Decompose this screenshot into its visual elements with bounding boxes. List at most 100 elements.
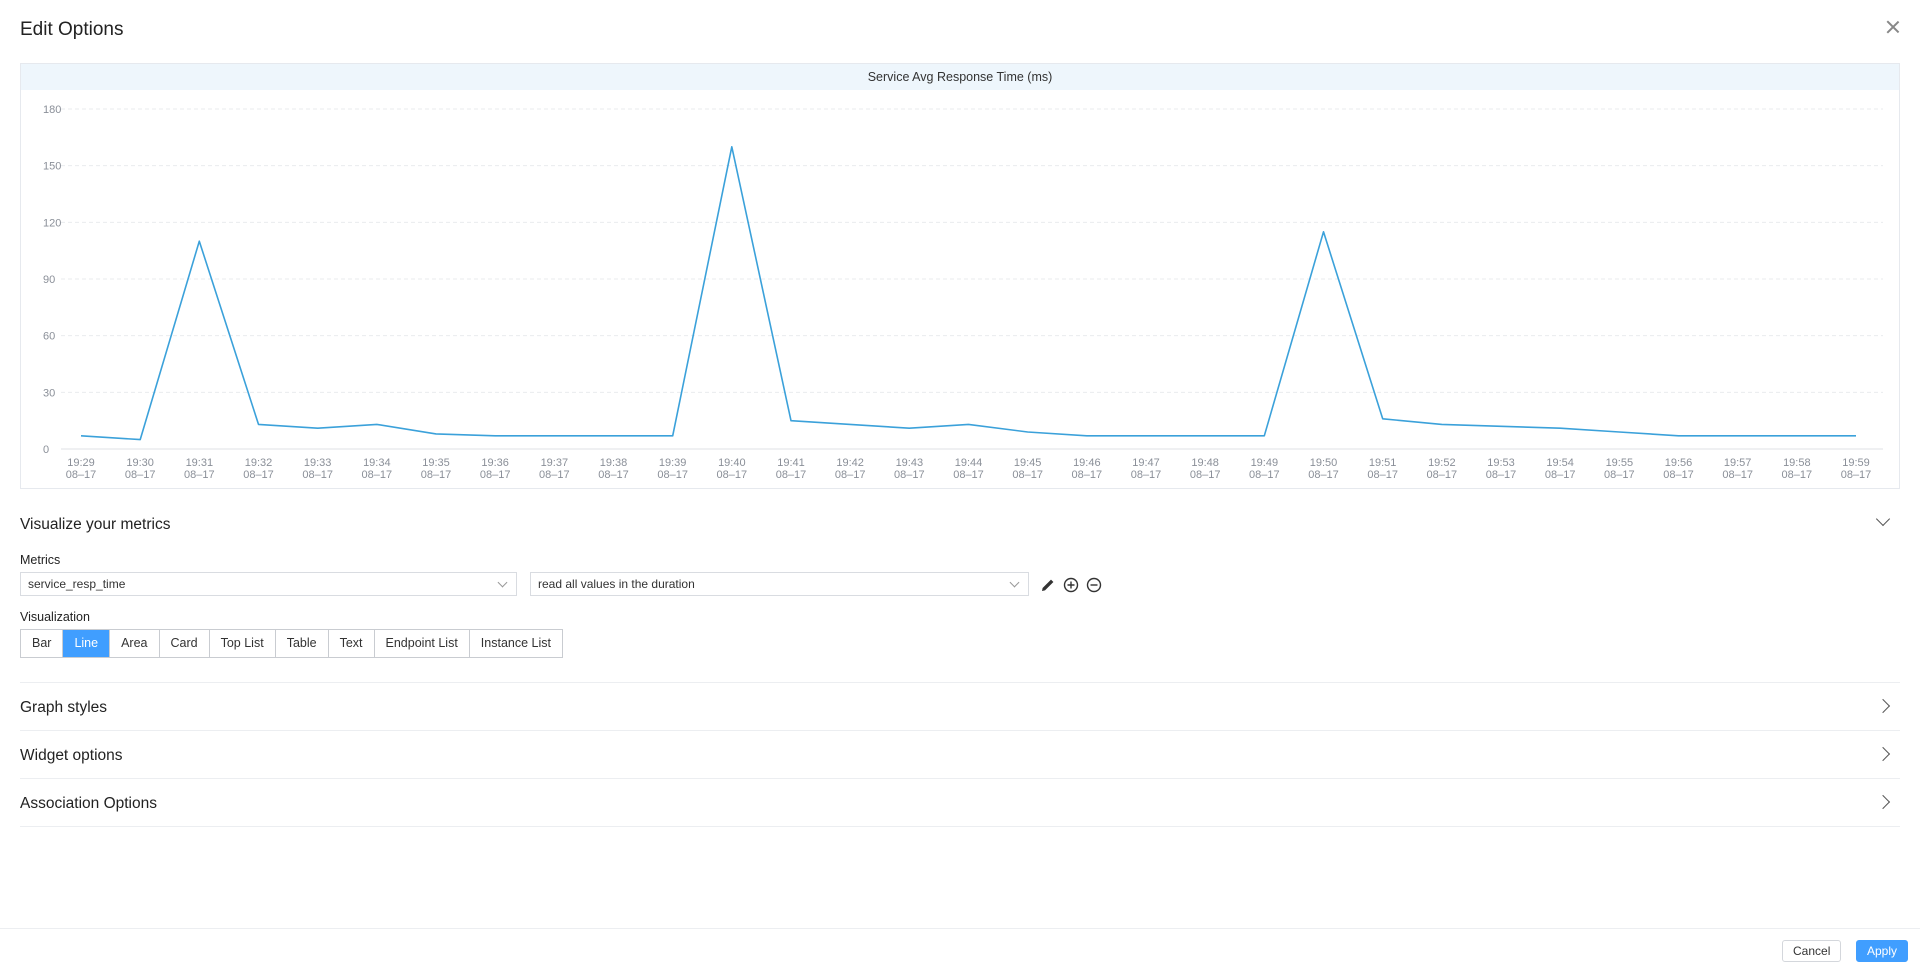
x-tick-date-label: 08–17 <box>1486 469 1517 481</box>
viz-type-card[interactable]: Card <box>160 630 210 657</box>
line-chart: 030609012015018019:2908–1719:3008–1719:3… <box>43 104 1883 481</box>
section-widget-options-label: Widget options <box>20 747 123 764</box>
x-tick-label: 19:55 <box>1606 457 1634 469</box>
x-tick-label: 19:48 <box>1191 457 1219 469</box>
viz-type-area[interactable]: Area <box>110 630 160 657</box>
viz-type-table[interactable]: Table <box>276 630 329 657</box>
x-tick-date-label: 08–17 <box>1012 469 1043 481</box>
y-tick-label: 90 <box>43 274 55 286</box>
apply-button[interactable]: Apply <box>1856 940 1909 962</box>
remove-circle-icon[interactable] <box>1086 577 1102 593</box>
divider <box>20 826 1900 827</box>
cancel-button[interactable]: Cancel <box>1782 940 1842 962</box>
x-tick-date-label: 08–17 <box>1308 469 1339 481</box>
x-tick-label: 19:41 <box>777 457 805 469</box>
x-tick-label: 19:51 <box>1369 457 1397 469</box>
chart-panel: Service Avg Response Time (ms) 0 30 60 90 12… <box>20 63 1900 489</box>
x-tick-date-label: 08–17 <box>1190 469 1221 481</box>
section-graph-styles-label: Graph styles <box>20 699 108 716</box>
section-graph-styles[interactable]: Graph styles <box>20 698 1900 717</box>
y-tick-label: 120 <box>43 217 61 229</box>
x-tick-date-label: 08–17 <box>953 469 984 481</box>
x-tick-date-label: 08–17 <box>1249 469 1280 481</box>
chevron-right-icon <box>1875 794 1891 810</box>
x-tick-date-label: 08–17 <box>657 469 688 481</box>
x-tick-label: 19:31 <box>186 457 214 469</box>
close-icon[interactable] <box>1884 18 1902 36</box>
divider <box>20 682 1900 683</box>
x-tick-date-label: 08–17 <box>598 469 629 481</box>
x-tick-date-label: 08–17 <box>1722 469 1753 481</box>
x-tick-date-label: 08–17 <box>1367 469 1398 481</box>
x-tick-date-label: 08–17 <box>125 469 156 481</box>
x-tick-date-label: 08–17 <box>1131 469 1162 481</box>
x-tick-date-label: 08–17 <box>362 469 393 481</box>
viz-type-endpoint-list[interactable]: Endpoint List <box>375 630 470 657</box>
y-tick-label: 180 <box>43 104 61 116</box>
metric-select[interactable]: service_resp_time <box>20 572 517 596</box>
x-tick-date-label: 08–17 <box>1545 469 1576 481</box>
footer-divider <box>0 928 1920 929</box>
x-tick-date-label: 08–17 <box>480 469 511 481</box>
x-tick-date-label: 08–17 <box>835 469 866 481</box>
visualization-label: Visualization <box>20 610 90 624</box>
x-tick-date-label: 08–17 <box>894 469 925 481</box>
y-tick-label: 30 <box>43 387 55 399</box>
chevron-down-icon <box>497 577 508 588</box>
viz-type-top-list[interactable]: Top List <box>210 630 276 657</box>
viz-type-bar[interactable]: Bar <box>21 630 64 657</box>
section-visualize-metrics[interactable]: Visualize your metrics <box>20 511 1900 534</box>
dialog-title: Edit Options <box>20 19 124 40</box>
section-visualize-metrics-label: Visualize your metrics <box>20 516 171 533</box>
divider <box>20 778 1900 779</box>
y-tick-label: 150 <box>43 161 61 173</box>
x-tick-date-label: 08–17 <box>1427 469 1458 481</box>
x-tick-label: 19:46 <box>1073 457 1101 469</box>
viz-type-instance-list[interactable]: Instance List <box>470 630 562 657</box>
x-tick-date-label: 08–17 <box>421 469 452 481</box>
x-tick-label: 19:53 <box>1487 457 1515 469</box>
x-tick-label: 19:40 <box>718 457 746 469</box>
metrics-label: Metrics <box>20 553 61 567</box>
x-tick-date-label: 08–17 <box>302 469 333 481</box>
chevron-right-icon <box>1875 698 1891 714</box>
series-line <box>80 146 1856 441</box>
x-tick-label: 19:38 <box>600 457 628 469</box>
viz-type-text[interactable]: Text <box>329 630 375 657</box>
x-tick-label: 19:52 <box>1428 457 1456 469</box>
metric-select-value: service_resp_time <box>28 577 126 591</box>
x-tick-label: 19:47 <box>1132 457 1160 469</box>
x-tick-date-label: 08–17 <box>776 469 807 481</box>
x-tick-date-label: 08–17 <box>1841 469 1872 481</box>
x-tick-date-label: 08–17 <box>1663 469 1694 481</box>
chevron-right-icon <box>1875 746 1891 762</box>
x-tick-date-label: 08–17 <box>243 469 274 481</box>
x-tick-label: 19:59 <box>1842 457 1870 469</box>
y-tick-label: 0 <box>43 444 49 456</box>
x-tick-label: 19:58 <box>1783 457 1811 469</box>
x-tick-label: 19:57 <box>1724 457 1752 469</box>
x-tick-date-label: 08–17 <box>1604 469 1635 481</box>
x-tick-label: 19:44 <box>955 457 983 469</box>
x-tick-date-label: 08–17 <box>1072 469 1103 481</box>
section-widget-options[interactable]: Widget options <box>20 746 1900 765</box>
x-tick-label: 19:36 <box>481 457 509 469</box>
section-association-options[interactable]: Association Options <box>20 794 1900 813</box>
y-tick-label: 60 <box>43 331 55 343</box>
query-mode-select[interactable]: read all values in the duration <box>530 572 1029 596</box>
x-tick-label: 19:34 <box>363 457 391 469</box>
pencil-icon[interactable] <box>1040 577 1056 593</box>
add-circle-icon[interactable] <box>1063 577 1079 593</box>
x-tick-label: 19:37 <box>541 457 569 469</box>
x-tick-label: 19:42 <box>836 457 864 469</box>
x-tick-label: 19:54 <box>1546 457 1574 469</box>
x-tick-date-label: 08–17 <box>717 469 748 481</box>
x-tick-date-label: 08–17 <box>1782 469 1813 481</box>
x-tick-date-label: 08–17 <box>66 469 97 481</box>
divider <box>20 730 1900 731</box>
section-association-options-label: Association Options <box>20 795 157 812</box>
query-mode-select-value: read all values in the duration <box>538 577 695 591</box>
x-tick-label: 19:33 <box>304 457 332 469</box>
chevron-down-icon <box>1009 577 1020 588</box>
viz-type-line[interactable]: Line <box>63 630 111 657</box>
